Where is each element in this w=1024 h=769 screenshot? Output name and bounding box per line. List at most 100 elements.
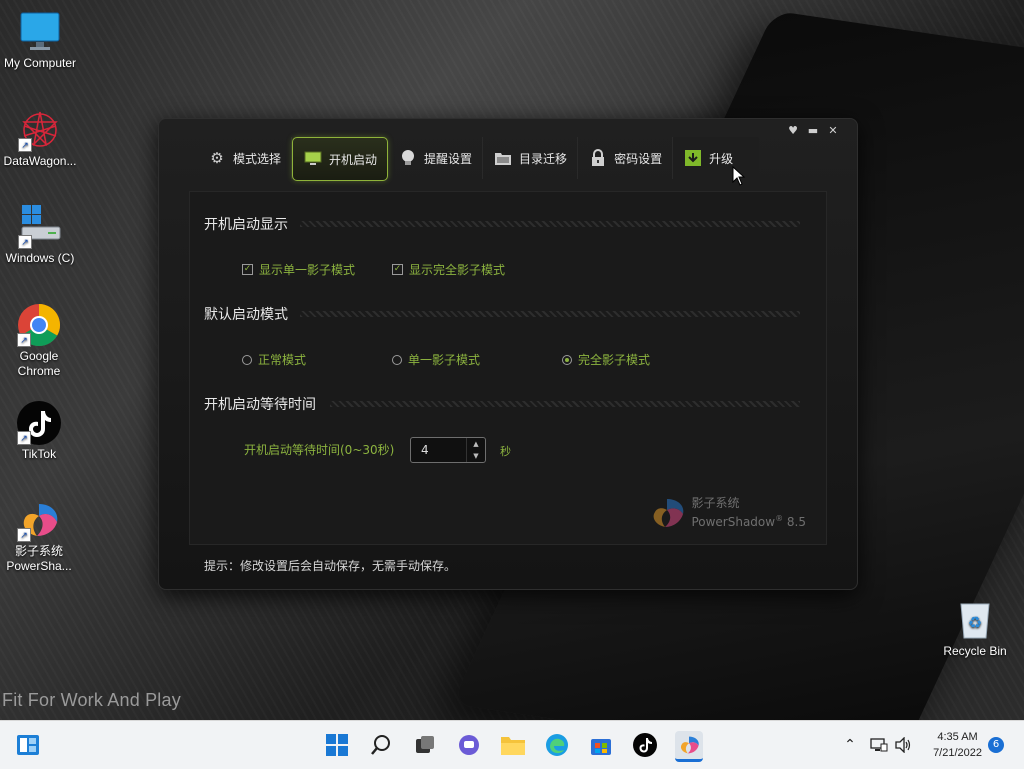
radio-selected-icon [562,354,572,365]
shortcut-arrow-icon: ↗ [17,528,31,542]
tab-label: 密码设置 [614,151,663,166]
wait-time-value: 4 [421,443,429,457]
windows-start-icon [326,734,348,756]
checkbox-show-single-shadow[interactable]: ✓ 显示单一影子模式 [242,261,355,278]
window-controls: ♥ ▬ ✕ [787,125,839,137]
teams-chat-button[interactable] [455,731,483,759]
notification-badge[interactable]: 6 [988,737,1004,753]
download-icon [683,148,703,168]
store-icon [591,739,611,755]
close-button[interactable]: ✕ [827,125,839,137]
desktop-icon-label: DataWagon... [3,154,77,168]
brand-name-en: PowerShadow [691,515,776,529]
tiktok-taskbar-button[interactable] [631,731,659,759]
tab-boot-startup[interactable]: 开机启动 [292,137,389,181]
checkbox-checked-icon: ✓ [242,264,253,275]
recycle-bin-icon: ♻ [953,598,997,642]
svg-text:♻: ♻ [968,615,982,632]
stepper-up-icon[interactable]: ▲ [467,438,485,450]
edge-button[interactable] [543,731,571,759]
powershadow-icon [680,736,699,754]
tiktok-icon: ↗ [17,401,61,445]
option-label: 单一影子模式 [408,353,481,367]
checkbox-show-full-shadow[interactable]: ✓ 显示完全影子模式 [392,261,505,278]
tab-upgrade[interactable]: 升级 [673,137,760,179]
shortcut-arrow-icon: ↗ [17,333,31,347]
brand-name-en-line: PowerShadow® 8.5 [691,511,806,530]
microsoft-store-button[interactable] [587,731,615,759]
tab-mode-select[interactable]: ⚙ 模式选择 [197,137,293,179]
wallpaper-slogan: Fit For Work And Play [2,690,181,710]
option-label: 显示完全影子模式 [409,263,506,277]
shortcut-arrow-icon: ↗ [18,138,32,152]
drive-icon: ↗ [18,205,62,249]
desktop-icon-recycle-bin[interactable]: ♻ Recycle Bin [935,598,1015,659]
chrome-icon: ↗ [17,303,61,347]
desktop-icon-label: PowerSha... [6,559,72,573]
desktop-icon-datawagon[interactable]: ↗ DataWagon... [0,108,80,169]
tab-password-settings[interactable]: 密码设置 [578,137,674,179]
desktop-icon-label: Recycle Bin [943,644,1007,658]
gear-icon: ⚙ [210,149,224,167]
desktop-icon-label: Chrome [17,364,61,378]
skin-icon[interactable]: ♥ [787,125,799,137]
autosave-tip: 提示：修改设置后会自动保存，无需手动保存。 [204,559,457,573]
desktop-icon-label: Google [19,349,59,363]
radio-normal-mode[interactable]: 正常模式 [242,351,306,368]
tab-label: 开机启动 [329,152,378,167]
stepper-down-icon[interactable]: ▼ [467,450,485,462]
radio-full-shadow-mode[interactable]: 完全影子模式 [562,351,650,368]
task-view-button[interactable] [411,731,439,759]
lock-icon [588,148,608,168]
monitor-icon [303,149,323,169]
powershadow-settings-window: ♥ ▬ ✕ ⚙ 模式选择 开机启动 提醒设置 目录迁移 密码设置 升级 开机启动… [158,118,858,590]
section-divider [300,311,800,317]
tab-label: 提醒设置 [424,151,473,166]
network-icon [870,738,888,752]
tab-directory-migration[interactable]: 目录迁移 [483,137,579,179]
volume-button[interactable] [892,731,914,759]
wait-time-stepper[interactable]: 4 ▲ ▼ [410,437,486,463]
desktop-icon-windows-c[interactable]: ↗ Windows (C) [0,205,80,266]
clock-date: 7/21/2022 [933,747,982,759]
desktop-icon-my-computer[interactable]: My Computer [0,10,80,71]
start-button[interactable] [323,731,351,759]
tab-label: 模式选择 [233,151,282,166]
widgets-button[interactable] [14,731,42,759]
clock-area[interactable]: 4:35 AM 7/21/2022 [933,729,982,761]
desktop-icon-label: 影子系统 [14,544,63,558]
brand-version: 8.5 [786,515,806,529]
file-explorer-button[interactable] [499,731,527,759]
tab-reminder-settings[interactable]: 提醒设置 [388,137,484,179]
brand-logo-area: 影子系统 PowerShadow® 8.5 [647,496,806,530]
search-button[interactable] [367,731,395,759]
taskbar: ⌃ 4:35 AM 7/21/2022 6 [0,720,1024,769]
datawagon-app-icon: ↗ [18,108,62,152]
shortcut-arrow-icon: ↗ [17,431,31,445]
desktop-icon-label: My Computer [3,56,77,70]
registered-mark: ® [775,514,784,523]
section-divider [330,401,800,407]
desktop-icon-tiktok[interactable]: ↗ TikTok [0,401,79,462]
tab-label: 升级 [709,151,734,166]
section-title-boot-display: 开机启动显示 [204,217,288,233]
brand-text: 影子系统 PowerShadow® 8.5 [691,496,806,530]
radio-icon [242,354,252,365]
monitor-icon [18,10,62,54]
desktop-icon-google-chrome[interactable]: ↗ Google Chrome [0,303,79,379]
shortcut-arrow-icon: ↗ [18,235,32,249]
task-view-icon [416,736,434,753]
option-label: 完全影子模式 [578,353,651,367]
powershadow-taskbar-button[interactable] [675,731,703,762]
minimize-button[interactable]: ▬ [807,125,819,137]
radio-single-shadow-mode[interactable]: 单一影子模式 [392,351,480,368]
network-status-button[interactable] [868,731,890,759]
wait-time-label: 开机启动等待时间(0~30秒) [244,443,395,457]
widgets-icon [17,735,39,755]
bulb-icon [398,148,418,168]
checkbox-checked-icon: ✓ [392,264,403,275]
brand-name-cn: 影子系统 [691,496,740,510]
show-hidden-icons-button[interactable]: ⌃ [840,731,860,759]
desktop-icon-powershadow[interactable]: ↗ 影子系统 PowerSha... [0,498,79,574]
powershadow-logo-icon [647,496,687,530]
